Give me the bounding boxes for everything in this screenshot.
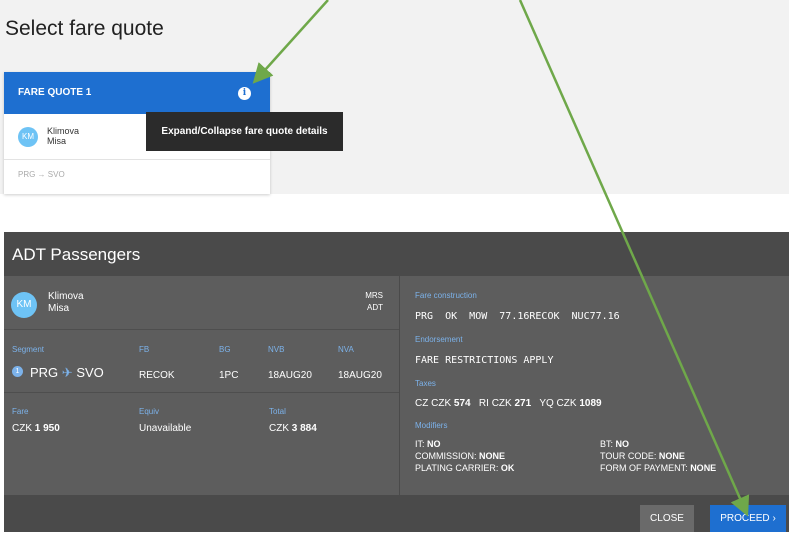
- segment-origin: PRG: [30, 365, 59, 380]
- bg-label: BG: [219, 345, 231, 354]
- page-title: Select fare quote: [5, 17, 164, 40]
- total-label: Total: [269, 407, 286, 416]
- equiv-value: Unavailable: [139, 423, 192, 434]
- total-currency: CZK: [269, 423, 289, 434]
- baggage: 1PC: [219, 370, 239, 381]
- dialog-header: ADT Passengers: [4, 232, 789, 276]
- tax-item: CZ CZK 574: [415, 398, 471, 409]
- fb-label: FB: [139, 345, 150, 354]
- fare-quote-selection: Select fare quote FARE QUOTE 1 i KM Klim…: [0, 0, 789, 194]
- dialog-title: ADT Passengers: [12, 245, 141, 264]
- passenger-title: MRS: [365, 291, 383, 300]
- fare-currency: CZK: [12, 423, 32, 434]
- fare-details-dialog: ADT Passengers KM Klimova Misa MRS ADT S…: [4, 232, 789, 532]
- passenger-type: ADT: [367, 303, 383, 312]
- tooltip: Expand/Collapse fare quote details: [146, 112, 343, 151]
- passenger-details: KM Klimova Misa MRS ADT Segment FB BG NV…: [4, 276, 399, 495]
- total-value: CZK 3 884: [269, 423, 317, 434]
- fare-label: Fare: [12, 407, 29, 416]
- fare-quote-title: FARE QUOTE 1: [18, 87, 92, 98]
- endorsement: FARE RESTRICTIONS APPLY: [415, 355, 554, 366]
- modifier-it: IT: NO: [415, 439, 441, 449]
- segment-route: PRG ✈ SVO: [30, 365, 104, 381]
- taxes-label: Taxes: [415, 379, 436, 388]
- modifier-form-of-payment: FORM OF PAYMENT: NONE: [600, 463, 717, 473]
- proceed-button[interactable]: PROCEED ›: [710, 505, 786, 532]
- endorsement-label: Endorsement: [415, 335, 463, 344]
- fare-value: CZK 1 950: [12, 423, 60, 434]
- taxes: CZ CZK 574 RI CZK 271 YQ CZK 1089: [415, 398, 602, 409]
- segment-label: Segment: [12, 345, 45, 354]
- passenger-first-name: Misa: [48, 303, 70, 314]
- divider: [4, 329, 399, 330]
- avatar: KM: [11, 292, 37, 318]
- fare-construction-label: Fare construction: [415, 291, 477, 300]
- nvb-label: NVB: [268, 345, 285, 354]
- fare-amount: 1 950: [34, 423, 60, 434]
- modifier-commission: COMMISSION: NONE: [415, 451, 506, 461]
- plane-icon: ✈: [61, 365, 73, 380]
- fare-construction: PRG OK MOW 77.16RECOK NUC77.16: [415, 311, 620, 322]
- passenger-first-name: Misa: [47, 136, 67, 146]
- modifier-plating-carrier: PLATING CARRIER: OK: [415, 463, 515, 473]
- not-valid-after: 18AUG20: [338, 370, 382, 381]
- fare-info: Fare construction PRG OK MOW 77.16RECOK …: [399, 276, 789, 495]
- passenger-last-name: Klimova: [47, 126, 80, 136]
- modifier-tour-code: TOUR CODE: NONE: [600, 451, 685, 461]
- segment-number: 1: [12, 366, 23, 377]
- divider: [4, 392, 399, 393]
- modifiers-label: Modifiers: [415, 421, 448, 430]
- segment-destination: SVO: [76, 365, 104, 380]
- avatar: KM: [18, 127, 38, 147]
- divider: [4, 159, 270, 160]
- tax-item: YQ CZK 1089: [539, 398, 602, 409]
- tax-item: RI CZK 271: [478, 398, 532, 409]
- chevron-right-icon: ›: [772, 513, 776, 524]
- passenger-last-name: Klimova: [48, 291, 84, 302]
- close-button[interactable]: CLOSE: [640, 505, 694, 532]
- not-valid-before: 18AUG20: [268, 370, 312, 381]
- proceed-label: PROCEED: [720, 513, 770, 524]
- equiv-label: Equiv: [139, 407, 160, 416]
- modifier-bt: BT: NO: [600, 439, 630, 449]
- info-icon[interactable]: i: [238, 87, 251, 100]
- nva-label: NVA: [338, 345, 354, 354]
- fare-basis: RECOK: [139, 370, 175, 381]
- route-summary: PRG → SVO: [18, 170, 65, 179]
- total-amount: 3 884: [291, 423, 317, 434]
- dialog-footer: CLOSE PROCEED ›: [4, 495, 789, 532]
- fare-quote-header[interactable]: FARE QUOTE 1 i: [4, 72, 270, 114]
